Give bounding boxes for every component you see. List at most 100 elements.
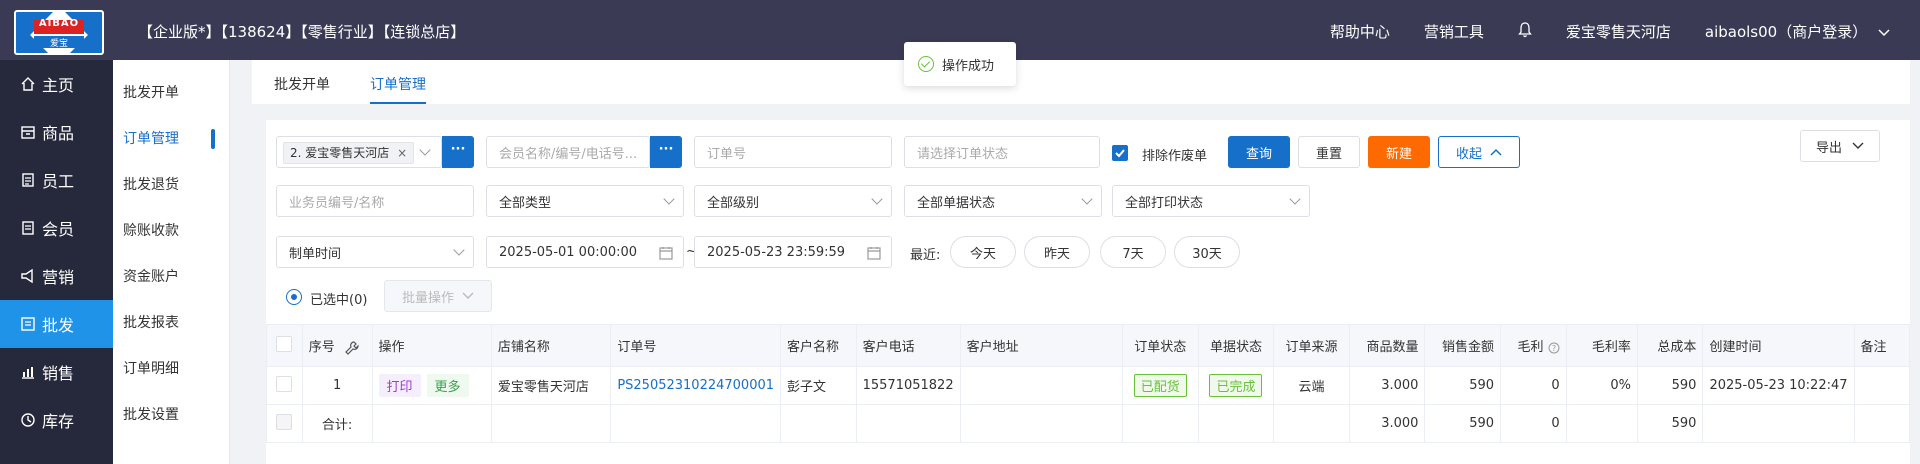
chevron-down-icon — [419, 144, 431, 156]
table-row[interactable]: 1 打印 更多 爱宝零售天河店 PS25052310224700001 彭子文 1… — [266, 366, 1911, 405]
batch-operation-button[interactable]: 批量操作 — [384, 280, 492, 312]
store-picker-button[interactable]: ··· — [442, 136, 474, 168]
end-date-input[interactable]: 2025-05-23 23:59:59 — [694, 236, 892, 268]
calendar-icon — [659, 247, 673, 260]
col-index-label: 序号 — [308, 340, 335, 355]
tab-order-management[interactable]: 订单管理 — [370, 74, 426, 94]
sidebar-item-wholesale[interactable]: 批发 — [0, 300, 113, 348]
subnav-item-wholesale-return[interactable]: 批发退货 — [113, 161, 229, 207]
chevron-down-icon — [1878, 29, 1890, 37]
tab-wholesale-order[interactable]: 批发开单 — [274, 74, 330, 94]
status-badge: 已完成 — [1209, 374, 1263, 397]
bell-icon[interactable] — [1518, 21, 1532, 42]
col-doc-status: 单据状态 — [1197, 324, 1275, 367]
order-status-select[interactable]: 请选择订单状态 — [904, 136, 1100, 168]
table-header-row: 序号 操作 店铺名称 订单号 客户名称 客户电话 客户地址 订单状态 单据状态 … — [266, 324, 1911, 367]
subnav-item-fund-account[interactable]: 资金账户 — [113, 253, 229, 299]
sidebar-item-label: 主页 — [42, 76, 75, 95]
range-30days-button[interactable]: 30天 — [1174, 236, 1240, 268]
help-center-link[interactable]: 帮助中心 — [1330, 21, 1390, 42]
chevron-down-icon — [453, 244, 465, 256]
reset-button[interactable]: 重置 — [1298, 136, 1360, 168]
sidebar-item-home[interactable]: 主页 — [0, 60, 113, 108]
user-menu[interactable]: aibaols00（商户登录） — [1705, 21, 1890, 42]
sidebar-item-marketing[interactable]: 营销 — [0, 252, 113, 300]
row-select-cell[interactable] — [266, 366, 303, 405]
total-checkbox — [276, 413, 293, 430]
current-store[interactable]: 爱宝零售天河店 — [1566, 21, 1671, 42]
export-button[interactable]: 导出 — [1800, 130, 1880, 162]
cell-created: 2025-05-23 10:22:47 — [1702, 366, 1855, 405]
range-7days-button[interactable]: 7天 — [1100, 236, 1166, 268]
total-empty — [610, 404, 782, 443]
sidebar-item-products[interactable]: 商品 — [0, 108, 113, 156]
salesman-input[interactable]: 业务员编号/名称 — [276, 185, 474, 217]
sidebar-item-staff[interactable]: 员工 — [0, 156, 113, 204]
time-type-select[interactable]: 制单时间 — [276, 236, 474, 268]
chevron-down-icon — [663, 193, 675, 205]
sidebar-item-label: 商品 — [42, 124, 75, 143]
batch-operation-label: 批量操作 — [401, 290, 454, 306]
cell-store: 爱宝零售天河店 — [490, 366, 612, 405]
order-number-input[interactable]: 订单号 — [694, 136, 892, 168]
doc-status-select-value: 全部单据状态 — [917, 195, 996, 211]
aibao-logo[interactable]: AIBAO 爱宝 — [14, 10, 104, 55]
stock-icon — [21, 413, 35, 427]
cell-cost: 590 — [1636, 366, 1704, 405]
more-button[interactable]: 更多 — [426, 374, 469, 397]
sidebar-item-sales[interactable]: 销售 — [0, 348, 113, 396]
selected-radio[interactable] — [286, 289, 302, 305]
sidebar-item-label: 会员 — [42, 220, 75, 239]
wrench-icon[interactable] — [345, 340, 359, 355]
close-icon[interactable]: × — [397, 146, 407, 160]
sidebar-item-members[interactable]: 会员 — [0, 204, 113, 252]
doc-status-select[interactable]: 全部单据状态 — [904, 185, 1102, 217]
wholesale-icon — [21, 317, 35, 331]
member-icon — [22, 221, 34, 235]
store-select[interactable]: 2. 爱宝零售天河店 × — [276, 136, 442, 168]
subnav-item-order-management[interactable]: 订单管理 — [113, 115, 229, 161]
total-empty — [855, 404, 961, 443]
staff-icon — [22, 173, 34, 187]
exclude-void-checkbox[interactable] — [1112, 145, 1128, 161]
member-search-input[interactable]: 会员名称/编号/电话号... — [486, 136, 650, 168]
row-checkbox[interactable] — [276, 375, 293, 392]
subnav-item-credit-collection[interactable]: 赊账收款 — [113, 207, 229, 253]
calendar-icon — [867, 247, 881, 260]
level-select[interactable]: 全部级别 — [694, 185, 892, 217]
col-index: 序号 — [301, 324, 373, 367]
total-empty — [1197, 404, 1275, 443]
cell-source: 云端 — [1273, 366, 1350, 405]
query-button[interactable]: 查询 — [1228, 136, 1290, 168]
collapse-button[interactable]: 收起 — [1438, 136, 1520, 168]
help-circle-icon[interactable]: ? — [1548, 342, 1560, 354]
start-date-input[interactable]: 2025-05-01 00:00:00 — [486, 236, 684, 268]
subnav-item-wholesale-settings[interactable]: 批发设置 — [113, 391, 229, 437]
range-today-button[interactable]: 今天 — [950, 236, 1016, 268]
sidebar-item-stock[interactable]: 库存 — [0, 396, 113, 444]
chevron-down-icon — [1852, 142, 1864, 149]
total-profit: 0 — [1500, 404, 1567, 443]
col-address: 客户地址 — [959, 324, 1123, 367]
cell-address — [959, 366, 1123, 405]
col-remark: 备注 — [1853, 324, 1911, 367]
print-button[interactable]: 打印 — [378, 374, 421, 397]
select-all-checkbox[interactable] — [276, 335, 293, 352]
sidebar-item-label: 批发 — [42, 316, 75, 335]
order-number-link[interactable]: PS25052310224700001 — [617, 378, 774, 393]
col-order-status: 订单状态 — [1121, 324, 1199, 367]
range-yesterday-button[interactable]: 昨天 — [1024, 236, 1090, 268]
user-name: aibaols00（商户登录） — [1704, 23, 1868, 41]
subnav-item-order-detail[interactable]: 订单明细 — [113, 345, 229, 391]
member-picker-button[interactable]: ··· — [650, 136, 682, 168]
print-status-select[interactable]: 全部打印状态 — [1112, 185, 1310, 217]
new-button[interactable]: 新建 — [1368, 136, 1430, 168]
subnav-item-wholesale-report[interactable]: 批发报表 — [113, 299, 229, 345]
wholesale-subnav: 批发开单 订单管理 批发退货 赊账收款 资金账户 批发报表 订单明细 批发设置 — [113, 60, 230, 464]
chart-icon — [22, 367, 34, 379]
cell-index: 1 — [301, 366, 373, 405]
subnav-item-wholesale-order[interactable]: 批发开单 — [113, 69, 229, 115]
marketing-tools-link[interactable]: 营销工具 — [1424, 21, 1484, 42]
select-all-cell[interactable] — [266, 324, 303, 367]
type-select[interactable]: 全部类型 — [486, 185, 684, 217]
